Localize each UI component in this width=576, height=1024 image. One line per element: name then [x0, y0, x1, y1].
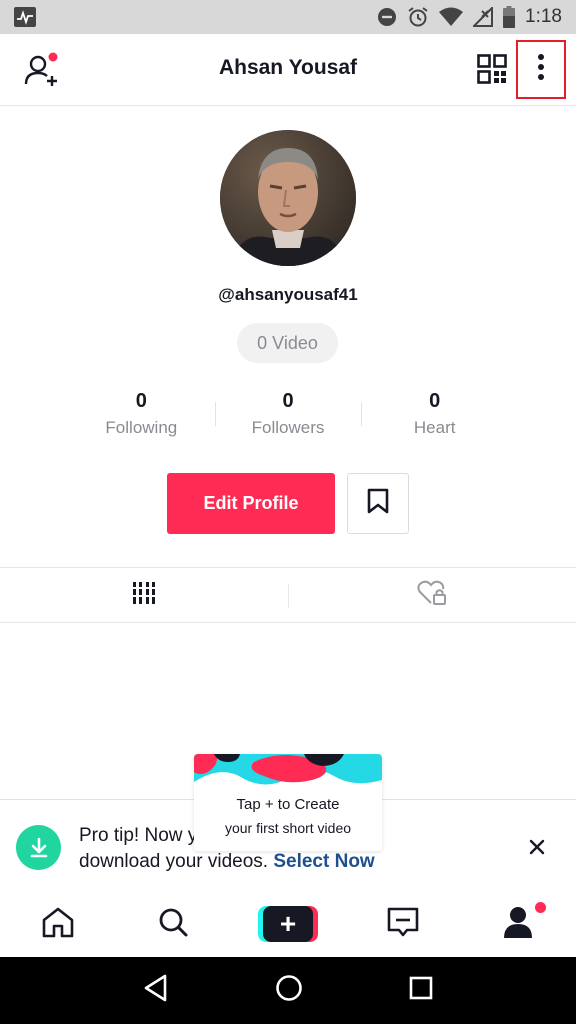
- more-options-button[interactable]: [516, 40, 566, 99]
- stat-label: Heart: [413, 418, 456, 437]
- select-now-link[interactable]: Select Now: [273, 851, 374, 872]
- me-icon: [503, 906, 533, 943]
- video-count-badge: 0 Video: [237, 323, 338, 363]
- favorites-button[interactable]: [347, 473, 409, 534]
- bottom-nav: +: [0, 891, 576, 957]
- no-signal-icon: [473, 7, 494, 27]
- stat-following[interactable]: 0 Following: [68, 388, 215, 444]
- home-circle-icon[interactable]: [275, 974, 303, 1007]
- battery-icon: [503, 6, 516, 28]
- notification-dot: [534, 902, 546, 913]
- recents-icon[interactable]: [409, 976, 433, 1005]
- create-icon: +: [258, 906, 318, 942]
- nav-create[interactable]: +: [230, 891, 345, 957]
- wifi-icon: [439, 7, 464, 27]
- create-tooltip-art: [194, 754, 382, 794]
- nav-home[interactable]: [0, 891, 115, 957]
- bookmark-icon: [367, 488, 389, 519]
- tab-liked[interactable]: [288, 568, 576, 622]
- video-grid-icon: [132, 581, 156, 609]
- create-tooltip-subtitle: your first short video: [224, 820, 352, 836]
- qr-code-icon[interactable]: [477, 54, 507, 84]
- status-bar: 1:18: [0, 0, 576, 34]
- stat-heart[interactable]: 0 Heart: [361, 388, 508, 444]
- tab-videos[interactable]: [0, 568, 288, 622]
- activity-icon: [14, 7, 36, 27]
- discover-icon: [158, 907, 188, 942]
- liked-private-icon: [417, 580, 447, 611]
- alarm-icon: [407, 6, 429, 28]
- stat-label: Following: [105, 418, 178, 437]
- profile-header: Ahsan Yousaf: [0, 34, 576, 106]
- nav-me[interactable]: [461, 891, 576, 957]
- content-tabs: [0, 567, 576, 623]
- more-vertical-icon: [537, 53, 545, 86]
- username: @ahsanyousaf41: [218, 285, 358, 304]
- create-tooltip[interactable]: Tap + to Create your first short video: [194, 754, 382, 851]
- pro-tip-line2: download your videos.: [79, 851, 274, 872]
- status-time: 1:18: [525, 6, 562, 27]
- inbox-icon: [387, 906, 419, 943]
- stat-value: 0: [135, 390, 147, 412]
- avatar[interactable]: [220, 130, 356, 266]
- nav-discover[interactable]: [115, 891, 230, 957]
- profile-stats: 0 Following 0 Followers 0 Heart: [68, 388, 508, 444]
- back-icon[interactable]: [143, 974, 169, 1007]
- stat-label: Followers: [251, 418, 325, 437]
- nav-inbox[interactable]: [346, 891, 461, 957]
- create-tooltip-title: Tap + to Create: [236, 796, 340, 813]
- stat-value: 0: [282, 390, 294, 412]
- close-icon[interactable]: [524, 834, 550, 860]
- system-nav-bar: [0, 957, 576, 1024]
- download-icon: [16, 825, 61, 870]
- edit-profile-button[interactable]: Edit Profile: [167, 473, 335, 534]
- stat-value: 0: [429, 390, 441, 412]
- stat-followers[interactable]: 0 Followers: [214, 388, 362, 444]
- home-icon: [41, 906, 75, 943]
- do-not-disturb-icon: [377, 7, 397, 27]
